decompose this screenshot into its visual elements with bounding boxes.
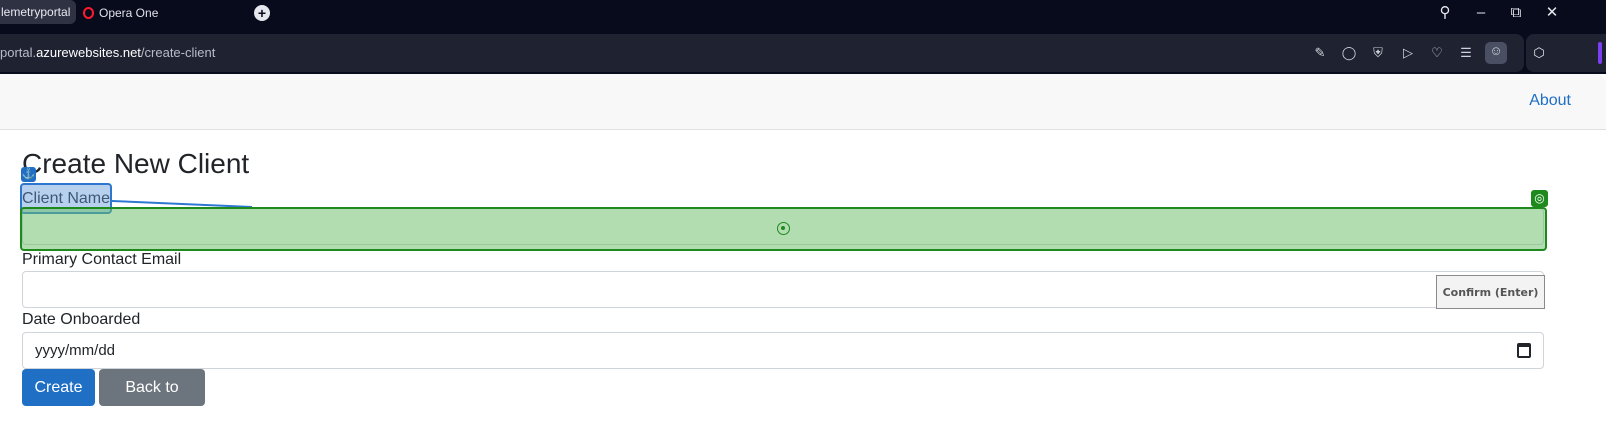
tab-label: Opera One	[99, 6, 159, 20]
email-input[interactable]	[22, 271, 1544, 308]
calendar-icon[interactable]	[1517, 343, 1531, 358]
profile-icon[interactable]: ☺	[1485, 42, 1507, 64]
back-to-list-button[interactable]: Back to List	[99, 369, 205, 427]
date-onboarded-input[interactable]: yyyy/mm/dd	[22, 332, 1544, 369]
target-icon: ◎	[1531, 190, 1548, 207]
address-bar-area: portal.azurewebsites.net/create-client ✎…	[0, 34, 1606, 74]
tab-label: lemetryportal	[1, 5, 71, 19]
close-icon[interactable]: ✕	[1541, 2, 1563, 24]
edit-icon[interactable]: ✎	[1311, 44, 1329, 62]
crosshair-icon	[777, 222, 790, 235]
anchor-icon: ⚓	[21, 167, 36, 182]
menu-icon[interactable]: ☰	[1457, 44, 1475, 62]
web-page: About Create New Client Client Name Prim…	[0, 74, 1606, 427]
confirm-button[interactable]: Confirm (Enter)	[1436, 275, 1545, 309]
tab-telemetryportal[interactable]: lemetryportal	[0, 0, 76, 24]
shield-icon[interactable]: ⛨	[1369, 44, 1387, 62]
camera-icon[interactable]: ◯	[1340, 44, 1358, 62]
email-label: Primary Contact Email	[22, 251, 182, 268]
date-onboarded-label: Date Onboarded	[22, 311, 141, 328]
restore-icon[interactable]: ⧉	[1505, 2, 1527, 24]
cube-icon[interactable]: ⬡	[1530, 44, 1548, 62]
date-placeholder: yyyy/mm/dd	[35, 342, 116, 359]
create-button[interactable]: Create	[22, 369, 95, 406]
send-icon[interactable]: ▷	[1399, 44, 1417, 62]
address-bar[interactable]: portal.azurewebsites.net/create-client ✎…	[0, 34, 1524, 72]
minimize-icon[interactable]: –	[1470, 2, 1492, 24]
navbar: About	[0, 74, 1606, 130]
heart-icon[interactable]: ♡	[1428, 44, 1446, 62]
opera-logo-icon	[83, 7, 94, 19]
page-title: Create New Client	[22, 148, 250, 179]
new-tab-icon[interactable]: +	[254, 5, 270, 21]
tab-opera-one[interactable]: Opera One	[83, 2, 233, 24]
search-icon[interactable]: ⚲	[1434, 2, 1456, 24]
sidebar-accent	[1598, 42, 1602, 64]
about-link[interactable]: About	[1529, 92, 1571, 110]
browser-tab-bar: lemetryportal Opera One + ⚲ – ⧉ ✕	[0, 0, 1606, 34]
url-text[interactable]: portal.azurewebsites.net/create-client	[0, 45, 215, 60]
